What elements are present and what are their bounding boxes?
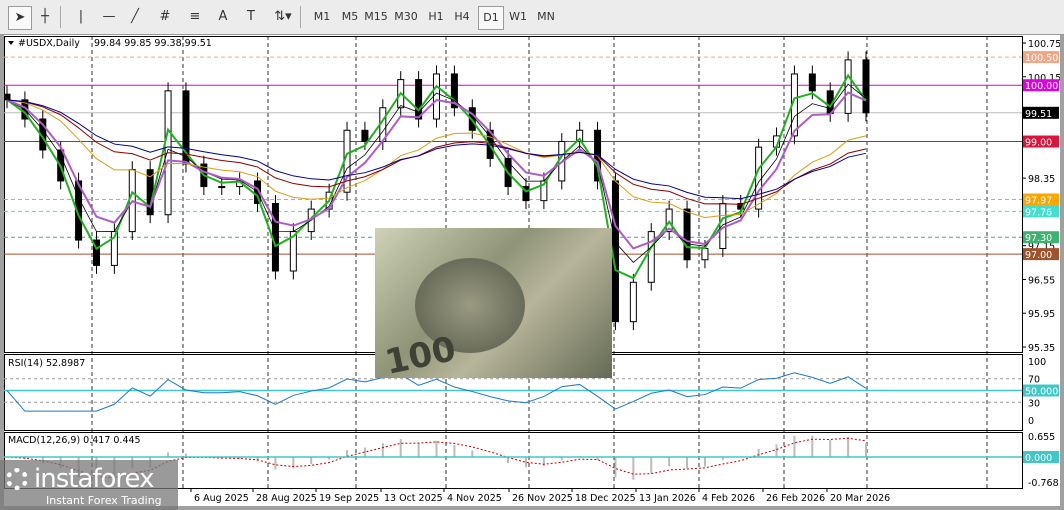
rsi-50-label: 50.0000	[1025, 387, 1060, 398]
vertical-line-icon[interactable]: |	[70, 6, 92, 28]
instaforex-logo: instaforex Instant Forex Trading	[0, 460, 178, 510]
fibonacci-icon[interactable]: #	[154, 6, 176, 28]
candle-body	[862, 59, 870, 114]
logo-tagline: Instant Forex Trading	[46, 494, 162, 507]
crosshair-icon[interactable]: ┼	[34, 6, 56, 28]
text-label-icon[interactable]: T	[240, 6, 262, 28]
price-tick-label: 95.95	[1028, 309, 1055, 320]
text-icon[interactable]: A	[212, 6, 234, 28]
candle-body	[683, 208, 691, 261]
rsi-tick-label: 0	[1028, 416, 1034, 427]
rsi-tick-label: 100	[1028, 357, 1046, 368]
dollar-bill-photo: 100	[375, 228, 612, 378]
candle-body	[415, 79, 423, 120]
timeframe-m5[interactable]: M5	[338, 6, 362, 28]
time-label: 28 Aug 2025	[256, 493, 317, 504]
candle-body	[808, 73, 816, 92]
time-label: 18 Dec 2025	[575, 493, 636, 504]
candle-body	[755, 146, 763, 210]
level-label: 97.00	[1025, 250, 1052, 261]
macd-label: MACD(12,26,9) 0.417 0.445	[8, 435, 141, 446]
time-label: 26 Feb 2026	[766, 493, 825, 504]
arrows-icon[interactable]: ⇅▾	[268, 6, 298, 28]
collapse-arrow-icon	[8, 41, 14, 45]
candle-body	[361, 129, 369, 143]
level-label: 100.50	[1025, 53, 1058, 64]
price-tick-label: 95.35	[1028, 343, 1055, 354]
candle-body	[629, 281, 637, 323]
trendline-icon[interactable]: ╱	[124, 6, 146, 28]
gear-logo-icon	[6, 468, 28, 490]
time-label: 4 Nov 2025	[447, 493, 502, 504]
toolbar: ➤ ┼ | — ╱ # ≡ A T ⇅▾ M1 M5 M15 M30 H1 H4 D1 W1 MN	[0, 0, 1064, 35]
logo-name: instaforex	[34, 464, 154, 494]
candle-body	[3, 93, 11, 101]
time-label: 20 Mar 2026	[830, 493, 890, 504]
level-label: 97.97	[1025, 196, 1052, 207]
time-label: 19 Sep 2025	[319, 493, 379, 504]
fibo-grid-icon[interactable]: ≡	[184, 6, 206, 28]
level-label: 99.51	[1025, 109, 1052, 120]
level-label: 97.30	[1025, 233, 1052, 244]
ohlc-readout: 99.84 99.85 99.38 99.51	[94, 38, 212, 49]
candle-body	[271, 202, 279, 272]
cursor-icon[interactable]: ➤	[8, 6, 32, 30]
timeframe-m30[interactable]: M30	[394, 6, 418, 28]
price-tick-label: 98.35	[1028, 174, 1055, 185]
price-tick-label: 96.55	[1028, 275, 1055, 286]
candle-body	[701, 247, 709, 261]
time-label: 4 Feb 2026	[702, 493, 755, 504]
time-label: 13 Jan 2026	[639, 493, 696, 504]
level-label: 99.00	[1025, 138, 1052, 149]
candle-body	[433, 73, 440, 120]
time-label: 6 Aug 2025	[194, 493, 249, 504]
candle-body	[218, 186, 226, 189]
macd-tick-label: -0.768	[1028, 478, 1059, 489]
horizontal-line-icon[interactable]: —	[98, 6, 120, 28]
toolbar-separator	[300, 6, 301, 28]
level-label: 97.76	[1025, 207, 1052, 218]
timeframe-w1[interactable]: W1	[506, 6, 530, 28]
timeframe-m15[interactable]: M15	[364, 6, 388, 28]
macd-zero-label: 0.000	[1025, 453, 1052, 464]
candle-body	[611, 180, 619, 323]
rsi-label: RSI(14) 52.8987	[8, 358, 85, 369]
time-label: 13 Oct 2025	[384, 493, 443, 504]
rsi-tick-label: 70	[1028, 375, 1040, 386]
timeframe-h1[interactable]: H1	[424, 6, 448, 28]
macd-tick-label: 0.655	[1028, 432, 1055, 443]
timeframe-h4[interactable]: H4	[450, 6, 474, 28]
rsi-tick-label: 30	[1028, 398, 1040, 409]
symbol-label: #USDX,Daily	[18, 38, 80, 49]
photo-text: 100	[381, 329, 460, 378]
time-label: 26 Nov 2025	[512, 493, 573, 504]
timeframe-mn[interactable]: MN	[534, 6, 558, 28]
timeframe-m1[interactable]: M1	[310, 6, 334, 28]
price-tick-label: 100.75	[1028, 39, 1060, 50]
level-label: 100.00	[1025, 81, 1058, 92]
timeframe-d1[interactable]: D1	[478, 6, 504, 30]
toolbar-separator	[60, 6, 61, 28]
